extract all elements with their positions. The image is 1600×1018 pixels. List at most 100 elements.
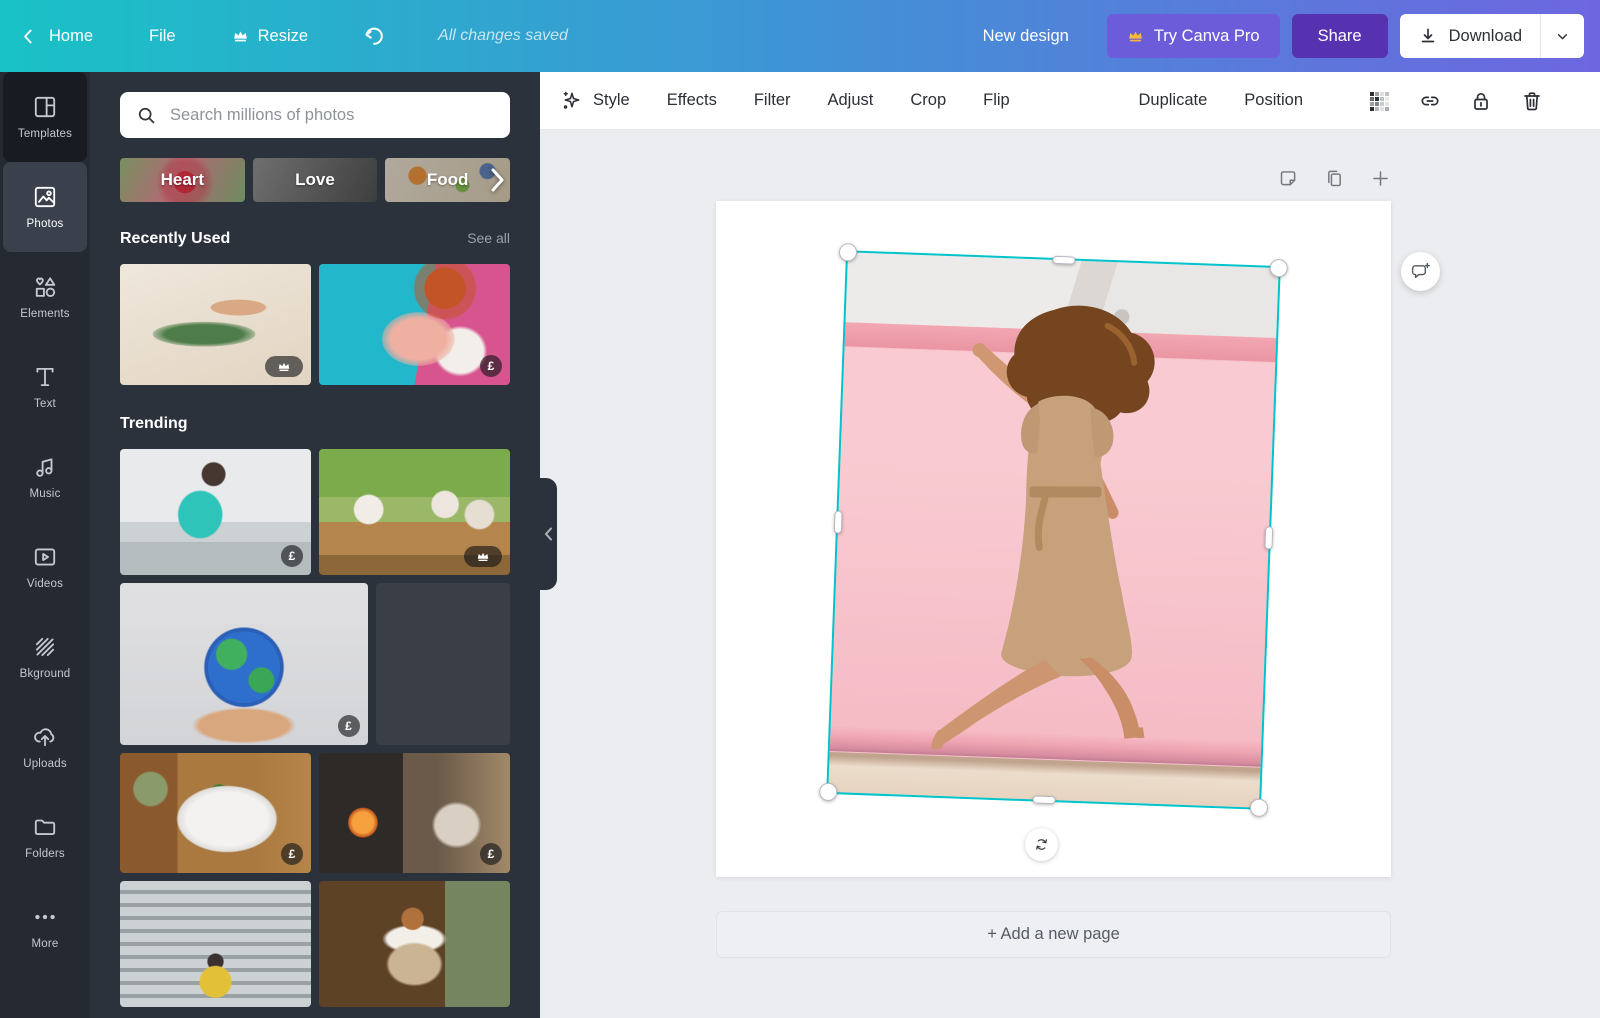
see-all-link[interactable]: See all	[467, 230, 510, 246]
chip-love[interactable]: Love	[252, 158, 378, 202]
toolbar-label: Effects	[666, 91, 717, 109]
photo-washing-greens-kitchen-sink[interactable]: £	[120, 753, 311, 873]
price-badge: £	[337, 715, 360, 737]
sidebar-item-folders[interactable]: Folders	[3, 792, 87, 882]
toolbar-position-button[interactable]: Position	[1244, 91, 1303, 110]
rotate-handle[interactable]	[1025, 828, 1058, 861]
try-pro-label: Try Canva Pro	[1153, 26, 1260, 45]
pro-crown-badge	[265, 356, 303, 377]
sidebar-item-label: Elements	[20, 308, 70, 320]
canvas-page[interactable]	[716, 201, 1391, 877]
price-badge: £	[281, 545, 303, 567]
toolbar-style-button[interactable]: Style	[560, 89, 630, 112]
download-options-button[interactable]	[1540, 14, 1584, 58]
photos-panel: HeartLoveFood Recently Used See all £ Tr…	[90, 72, 540, 1018]
text-icon	[32, 364, 58, 390]
toolbar-filter-button[interactable]: Filter	[754, 91, 791, 110]
toolbar-label: Flip	[983, 91, 1010, 109]
sidebar-item-label: Folders	[25, 848, 65, 860]
photo-woman-with-rose-bouquet[interactable]: £	[319, 264, 510, 385]
resize-handle-top-right[interactable]	[1269, 258, 1289, 278]
sidebar-item-photos[interactable]: Photos	[3, 162, 87, 252]
trending-row: £ £	[120, 753, 510, 873]
resize-handle-bottom-left[interactable]	[818, 782, 838, 802]
resize-handle-left[interactable]	[833, 510, 843, 534]
toolbar-adjust-button[interactable]: Adjust	[828, 91, 874, 110]
lock-button[interactable]	[1469, 89, 1493, 113]
templates-icon	[32, 94, 58, 120]
sidebar-item-background[interactable]: Bkground	[3, 612, 87, 702]
sidebar-item-label: Uploads	[23, 758, 67, 770]
toolbar-crop-button[interactable]: Crop	[910, 91, 946, 110]
resize-handle-bottom-right[interactable]	[1249, 798, 1269, 818]
sidebar-item-videos[interactable]: Videos	[3, 522, 87, 612]
style-sparkle-icon	[560, 89, 583, 112]
toolbar-flip-button[interactable]: Flip	[983, 91, 1010, 110]
search-input[interactable]	[170, 105, 494, 125]
download-label: Download	[1448, 26, 1522, 45]
photo-friends-outdoor-dinner[interactable]	[319, 449, 510, 575]
resize-handle-right[interactable]	[1264, 526, 1274, 550]
photo-woman-back-pink-wall[interactable]	[375, 583, 510, 745]
try-canva-pro-button[interactable]: Try Canva Pro	[1106, 14, 1280, 58]
crown-gold-icon	[1128, 31, 1142, 41]
download-button[interactable]: Download	[1399, 14, 1584, 58]
trending-row: £	[120, 583, 510, 745]
plus-icon	[1370, 168, 1391, 189]
toolbar-label: Style	[593, 91, 630, 109]
link-button[interactable]	[1418, 89, 1442, 113]
new-design-button[interactable]: New design	[983, 27, 1069, 46]
trending-row: £	[120, 449, 510, 575]
elements-icon	[32, 274, 58, 300]
sidebar-item-templates[interactable]: Templates	[3, 72, 87, 162]
sidebar-item-label: Text	[34, 398, 56, 410]
search-icon	[138, 107, 155, 123]
photo-hands-holding-earth-globe[interactable]: £	[120, 583, 368, 745]
sidebar-item-music[interactable]: Music	[3, 432, 87, 522]
search-bar[interactable]	[120, 92, 510, 138]
panel-collapse-button[interactable]	[540, 478, 557, 590]
add-new-page-button[interactable]: + Add a new page	[716, 911, 1391, 958]
resize-menu[interactable]: Resize	[232, 27, 308, 46]
chevron-left-icon	[545, 527, 552, 541]
undo-button[interactable]	[362, 24, 386, 48]
chip-heart[interactable]: Heart	[120, 158, 245, 202]
add-notes-button[interactable]	[1278, 168, 1299, 189]
sidebar-item-elements[interactable]: Elements	[3, 252, 87, 342]
toolbar-effects-button[interactable]: Effects	[667, 91, 717, 110]
photo-barista-in-apron[interactable]	[319, 881, 510, 1007]
save-status: All changes saved	[438, 27, 568, 44]
lock-icon	[1469, 89, 1493, 113]
home-button[interactable]: Home	[20, 27, 93, 46]
add-comment-button[interactable]	[1401, 252, 1440, 291]
toolbar-duplicate-button[interactable]: Duplicate	[1139, 91, 1208, 110]
transparency-button[interactable]	[1367, 89, 1391, 113]
file-menu[interactable]: File	[149, 27, 176, 46]
canvas-area: + Add a new page	[540, 130, 1600, 1018]
sidebar-item-label: More	[31, 938, 59, 950]
trending-row	[120, 881, 510, 1007]
transparency-icon	[1367, 89, 1391, 113]
photo-hand-holding-palm-leaf[interactable]	[120, 264, 311, 385]
resize-handle-bottom[interactable]	[1031, 795, 1056, 805]
sidebar-item-more[interactable]: More	[3, 882, 87, 972]
duplicate-page-button[interactable]	[1324, 168, 1345, 189]
share-button[interactable]: Share	[1291, 14, 1388, 58]
photos-icon	[32, 184, 58, 210]
add-page-icon-button[interactable]	[1370, 168, 1391, 189]
photo-woman-by-fireplace[interactable]: £	[319, 753, 510, 873]
photo-man-preparing-food-kitchen[interactable]: £	[120, 449, 311, 575]
sidebar-item-label: Music	[29, 488, 61, 500]
sidebar-item-uploads[interactable]: Uploads	[3, 702, 87, 792]
price-badge: £	[480, 843, 502, 865]
delete-button[interactable]	[1520, 89, 1544, 113]
topbar: Home File Resize All changes saved New d…	[0, 0, 1600, 72]
photo-person-yellow-jacket-blinds[interactable]	[120, 881, 311, 1007]
resize-handle-top[interactable]	[1051, 255, 1076, 265]
chips-next-button[interactable]	[486, 166, 508, 194]
category-chips: Heart Love Food	[120, 158, 511, 202]
sidebar-item-text[interactable]: Text	[3, 342, 87, 432]
photo-woman-jumping-pink-backdrop[interactable]	[818, 242, 1289, 818]
music-icon	[32, 454, 58, 480]
toolbar-label: Filter	[753, 91, 791, 109]
